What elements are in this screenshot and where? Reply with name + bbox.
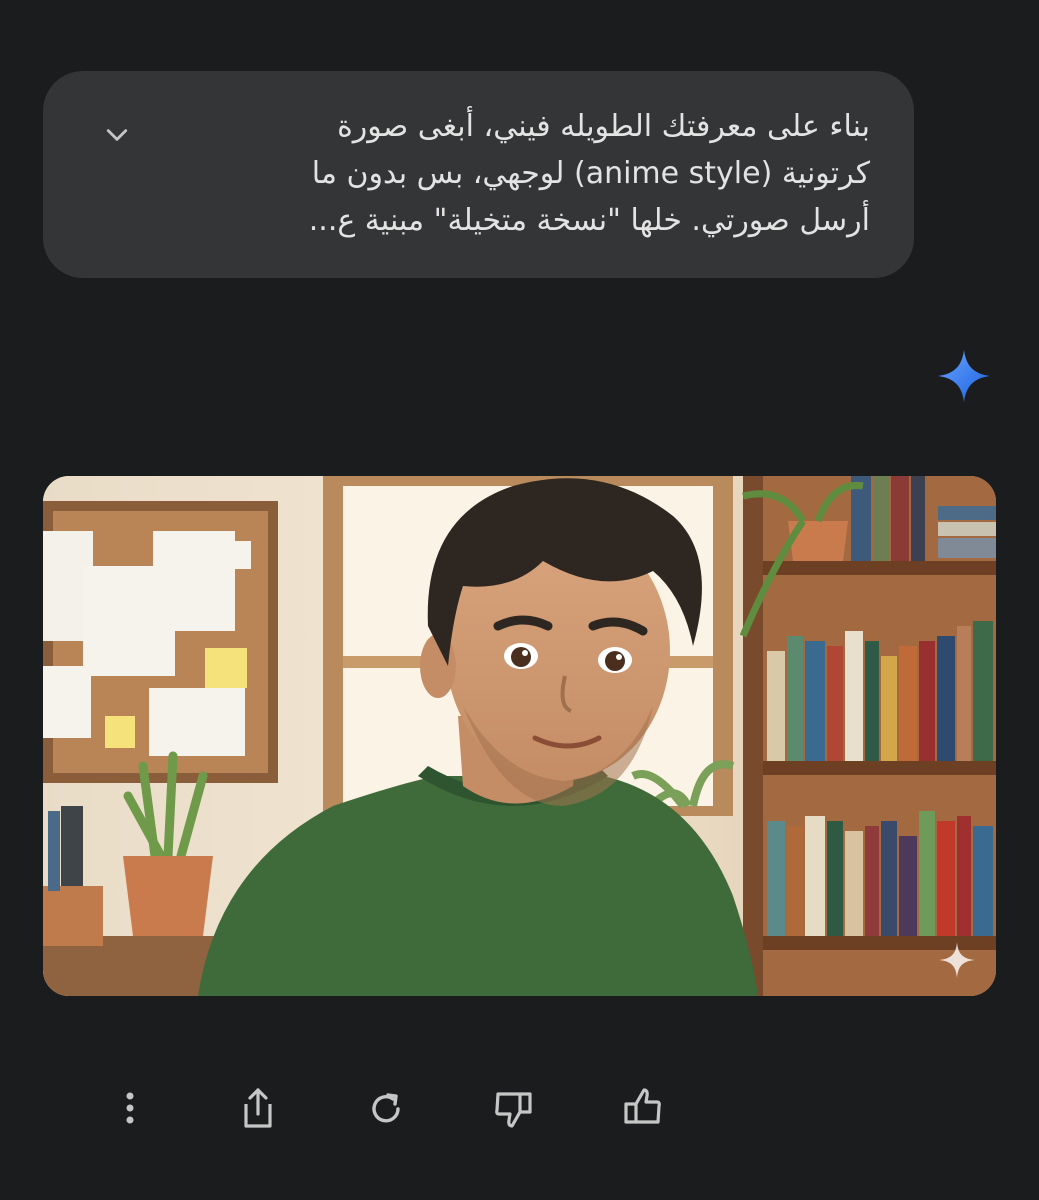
prompt-line: بناء على معرفتك الطويله فيني، أبغى صورة: [337, 109, 870, 144]
share-button[interactable]: [230, 1080, 286, 1136]
gemini-sparkle-icon: [938, 350, 990, 402]
thumbs-down-icon: [495, 1092, 532, 1128]
prompt-text: بناء على معرفتك الطويله فيني، أبغى صورة …: [170, 103, 870, 244]
refresh-icon: [372, 1093, 400, 1123]
thumbs-up-icon: [624, 1088, 661, 1124]
generated-image[interactable]: [43, 476, 996, 996]
prompt-line: أرسل صورتي. خلها "نسخة متخيلة" مبنية ع..…: [308, 203, 870, 238]
sparkle-watermark-icon: [939, 942, 975, 978]
expand-prompt-button[interactable]: [99, 117, 135, 153]
vertical-dots-icon: [126, 1092, 134, 1124]
thumbs-down-button[interactable]: [486, 1080, 542, 1136]
share-icon: [244, 1088, 272, 1128]
user-prompt-bubble: بناء على معرفتك الطويله فيني، أبغى صورة …: [43, 71, 914, 278]
thumbs-up-button[interactable]: [614, 1080, 670, 1136]
regenerate-button[interactable]: [358, 1080, 414, 1136]
prompt-line: كرتونية (anime style) لوجهي، بس بدون ما: [311, 156, 870, 191]
anime-portrait-illustration: [43, 476, 996, 996]
chevron-down-icon: [106, 129, 128, 141]
response-action-bar: [0, 1070, 1039, 1140]
more-options-button[interactable]: [102, 1080, 158, 1136]
